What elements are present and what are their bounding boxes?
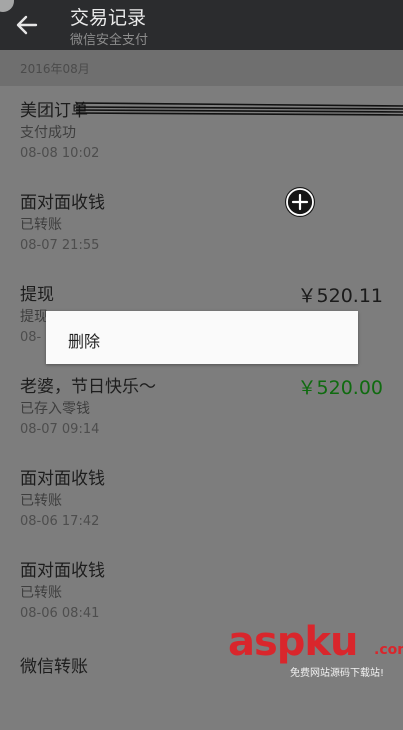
back-button[interactable] bbox=[10, 10, 44, 40]
transaction-time: 08-07 09:14 bbox=[20, 422, 100, 437]
site-watermark: aspku .com 免费网站源码下载站! bbox=[228, 619, 403, 680]
transaction-status: 已转账 bbox=[20, 585, 62, 601]
transaction-name: 面对面收钱 bbox=[20, 561, 105, 581]
transaction-row[interactable]: 面对面收钱 已转账 08-06 17:42 bbox=[0, 454, 403, 547]
delete-menu-item[interactable]: 删除 bbox=[68, 328, 100, 352]
transaction-row[interactable]: 面对面收钱 已转账 08-07 21:55 bbox=[0, 178, 403, 271]
page-title: 交易记录 bbox=[70, 7, 147, 29]
transaction-amount: ￥520.00 bbox=[297, 377, 383, 399]
page-subtitle: 微信安全支付 bbox=[70, 33, 149, 48]
month-label: 2016年08月 bbox=[20, 62, 90, 76]
transaction-name: 面对面收钱 bbox=[20, 193, 105, 213]
transaction-name: 老婆，节日快乐～ bbox=[20, 377, 156, 397]
watermark-domain: .com bbox=[374, 642, 403, 658]
transaction-time: 08-07 21:55 bbox=[20, 238, 100, 253]
transaction-status: 已转账 bbox=[20, 493, 62, 509]
transaction-time: 08-08 10:02 bbox=[20, 146, 100, 161]
redaction-scribble bbox=[76, 102, 403, 116]
transaction-name: 微信转账 bbox=[20, 657, 88, 677]
transaction-time: 08-06 17:42 bbox=[20, 514, 100, 529]
transaction-amount: ￥520.11 bbox=[297, 285, 383, 307]
transaction-time: 08- bbox=[20, 330, 42, 345]
watermark-logo: aspku bbox=[228, 619, 359, 665]
month-section-header: 2016年08月 bbox=[0, 50, 403, 87]
transaction-time: 08-06 08:41 bbox=[20, 606, 100, 621]
transaction-name: 面对面收钱 bbox=[20, 469, 105, 489]
transaction-name: 提现 bbox=[20, 285, 54, 305]
transaction-status: 提现 bbox=[20, 309, 48, 325]
transaction-row[interactable]: 老婆，节日快乐～ ￥520.00 已存入零钱 08-07 09:14 bbox=[0, 362, 403, 455]
context-menu: 删除 bbox=[46, 311, 358, 364]
top-bar: 交易记录 微信安全支付 bbox=[0, 0, 403, 50]
transaction-row[interactable]: 美团订单 支付成功 08-08 10:02 bbox=[0, 86, 403, 179]
transaction-status: 已存入零钱 bbox=[20, 401, 90, 417]
add-button[interactable] bbox=[285, 187, 315, 217]
watermark-tagline: 免费网站源码下载站! bbox=[290, 668, 385, 679]
transaction-status: 已转账 bbox=[20, 217, 62, 233]
back-arrow-icon bbox=[16, 15, 38, 35]
plus-circle-icon bbox=[286, 188, 314, 216]
transaction-status: 支付成功 bbox=[20, 125, 76, 141]
